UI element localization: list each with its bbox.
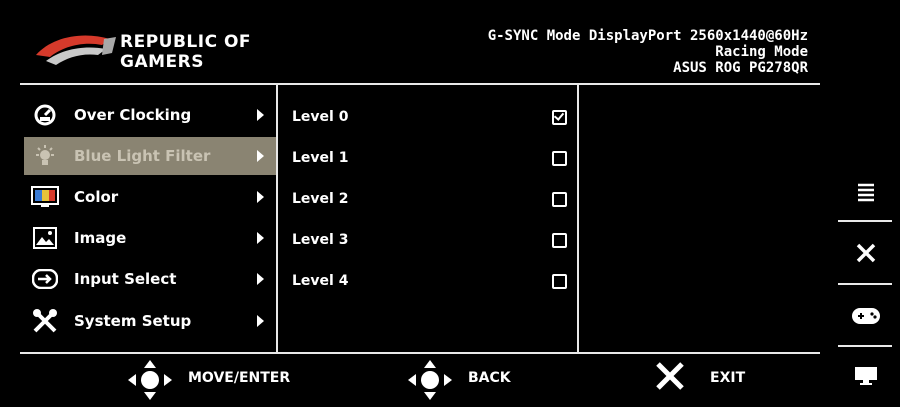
brand-line1: REPUBLIC OF bbox=[120, 32, 252, 52]
dpad-icon bbox=[128, 360, 172, 400]
option-level-3[interactable]: Level 3 bbox=[292, 225, 572, 255]
info-preset: Racing Mode bbox=[715, 44, 808, 60]
menu-item-label: Blue Light Filter bbox=[74, 147, 211, 165]
back-label: BACK bbox=[468, 370, 511, 386]
checkbox[interactable] bbox=[552, 232, 567, 248]
image-icon bbox=[30, 223, 60, 253]
menu-item-system-setup[interactable]: System Setup bbox=[24, 302, 276, 340]
monitor-icon[interactable] bbox=[842, 348, 890, 404]
chevron-right-icon bbox=[257, 191, 264, 203]
exit-x-icon bbox=[656, 362, 684, 390]
footer-divider bbox=[20, 352, 820, 354]
menu-item-label: Color bbox=[74, 188, 119, 206]
close-icon[interactable] bbox=[842, 225, 890, 281]
menu-item-blue-light-filter[interactable]: Blue Light Filter bbox=[24, 137, 276, 175]
option-label: Level 0 bbox=[292, 109, 349, 125]
options-divider bbox=[577, 85, 579, 352]
header-divider bbox=[20, 83, 820, 85]
option-label: Level 1 bbox=[292, 150, 349, 166]
light-bulb-icon bbox=[30, 141, 60, 171]
menu-divider bbox=[276, 85, 278, 352]
brand-line2: GAMERS bbox=[120, 52, 204, 72]
gamepad-icon[interactable] bbox=[842, 288, 890, 344]
checkbox[interactable] bbox=[552, 150, 567, 166]
brand-name: REPUBLIC OF GAMERS bbox=[120, 32, 251, 72]
menu-item-label: Input Select bbox=[74, 270, 177, 288]
chevron-right-icon bbox=[257, 150, 264, 162]
option-label: Level 2 bbox=[292, 191, 349, 207]
chevron-right-icon bbox=[257, 109, 264, 121]
menu-item-color[interactable]: Color bbox=[24, 178, 276, 216]
display-info: G-SYNC Mode DisplayPort 2560x1440@60Hz R… bbox=[488, 28, 808, 76]
option-label: Level 4 bbox=[292, 273, 349, 289]
option-label: Level 3 bbox=[292, 232, 349, 248]
info-mode: G-SYNC Mode DisplayPort 2560x1440@60Hz bbox=[487, 28, 808, 44]
side-divider bbox=[838, 283, 892, 285]
option-level-0[interactable]: Level 0 bbox=[292, 102, 572, 132]
option-level-1[interactable]: Level 1 bbox=[292, 143, 572, 173]
side-divider bbox=[838, 345, 892, 347]
menu-item-label: System Setup bbox=[74, 312, 192, 330]
tools-icon bbox=[30, 306, 60, 336]
input-icon bbox=[30, 264, 60, 294]
checkbox-checked[interactable] bbox=[552, 109, 567, 125]
move-enter-label: MOVE/ENTER bbox=[188, 370, 291, 386]
checkbox[interactable] bbox=[552, 191, 567, 207]
menu-lines-icon[interactable] bbox=[842, 164, 890, 220]
menu-item-over-clocking[interactable]: Over Clocking bbox=[24, 96, 276, 134]
color-monitor-icon bbox=[30, 182, 60, 212]
exit-label: EXIT bbox=[710, 370, 746, 386]
chevron-right-icon bbox=[257, 273, 264, 285]
menu-item-label: Image bbox=[74, 229, 127, 247]
chevron-right-icon bbox=[257, 232, 264, 244]
checkbox[interactable] bbox=[552, 273, 567, 289]
menu-item-input-select[interactable]: Input Select bbox=[24, 260, 276, 298]
side-divider bbox=[838, 220, 892, 222]
chevron-right-icon bbox=[257, 315, 264, 327]
option-level-4[interactable]: Level 4 bbox=[292, 266, 572, 296]
info-model: ASUS ROG PG278QR bbox=[673, 60, 808, 76]
speedometer-icon bbox=[30, 100, 60, 130]
menu-item-image[interactable]: Image bbox=[24, 219, 276, 257]
menu-item-label: Over Clocking bbox=[74, 106, 192, 124]
option-level-2[interactable]: Level 2 bbox=[292, 184, 572, 214]
dpad-back-icon bbox=[408, 360, 452, 400]
